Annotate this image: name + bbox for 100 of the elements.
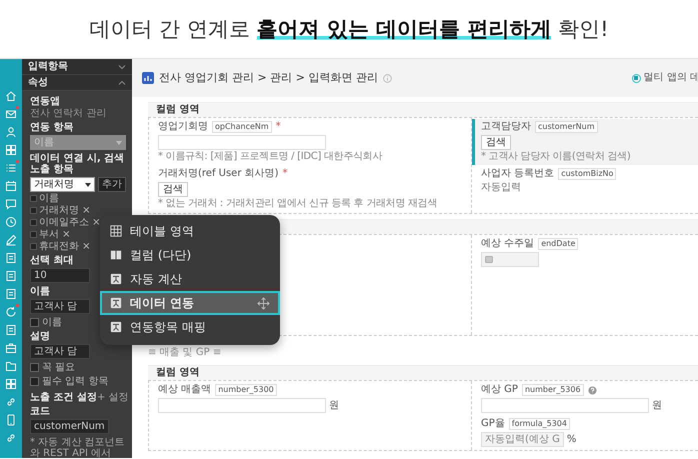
link-icon[interactable] [5,432,17,444]
field-label: 사업자 등록번호 [481,168,554,180]
field-value: 전사 연락처 관리 [30,108,106,119]
date-input[interactable] [481,252,539,267]
home-icon[interactable] [5,90,17,102]
person-icon[interactable] [5,126,17,138]
option-tag: 부서 × [30,229,71,240]
form-field[interactable]: 예상 GP number_5306 원 [472,382,698,415]
field-code-tag: endDate [538,238,578,250]
option-tag: 이메일주소 × [30,217,101,228]
calendar-icon[interactable] [5,180,17,192]
text-input[interactable] [481,398,649,413]
image-icon [110,297,122,309]
menu-item[interactable]: 연동항목 매핑 [100,315,280,339]
field-label: 고객담당자 [481,121,531,133]
field-label: GP율 [481,418,505,430]
field-label: 데이터 연결 시, 검색 노출 항목 [30,153,126,175]
form-field[interactable]: 사업자 등록번호 customBizNo 자동입력 [472,166,698,196]
chat-icon[interactable] [5,198,17,210]
text-input[interactable] [158,135,326,150]
field-label: 거래처명(ref User 회사명) [158,168,279,180]
checkbox[interactable] [30,318,39,327]
field-label: 선택 최대 [30,255,74,266]
image-icon [110,321,122,333]
card-header: 컬럼 영역 [148,103,698,117]
unit-label: 원 [329,400,339,412]
form-field[interactable]: GP율 formula_5304 자동입력(예상 G % [472,416,698,449]
grid-icon [110,225,122,237]
grid-icon[interactable] [5,378,17,390]
refresh-icon[interactable] [5,306,17,318]
chevron-icon [118,80,126,86]
setting-label: 노출 조건 설정 [30,392,97,403]
menu-item[interactable]: 테이블 영역 [100,219,280,243]
text-input[interactable] [158,398,326,413]
checkbox[interactable] [30,377,39,386]
section-header[interactable]: 입력항목 [22,59,132,75]
field-label: 연동앱 [30,96,60,107]
help-icon[interactable] [588,386,597,394]
document-icon[interactable] [5,324,17,336]
caret-icon [116,140,122,144]
folder-icon[interactable] [5,360,17,372]
add-setting-button[interactable]: + 설정 [96,392,129,403]
checkbox[interactable] [30,363,39,372]
readonly-field: 자동입력(예상 G [481,432,564,447]
field-label: 코드 [30,406,50,417]
app-icon [142,72,154,84]
field-code-tag: formula_5304 [508,418,570,430]
hint-text: * 없는 거래처 : 거래처관리 앱에서 신규 등록 후 거래처명 재검색 [158,198,438,210]
add-button[interactable]: 추가 [98,177,126,192]
field-label: 예상 수주일 [481,238,534,250]
field-label: 영업기회명 [158,121,208,133]
field-code-tag: customBizNo [558,168,616,180]
field-code-tag: number_5300 [215,384,277,396]
unit-label: % [566,434,576,446]
search-button[interactable]: 검색 [481,135,511,150]
search-button[interactable]: 검색 [158,182,188,197]
option-tag: 이름 [30,193,59,204]
select-field[interactable]: 거래처명 [30,177,95,192]
required-mark: * [282,168,288,180]
field-label: 예상 GP [481,384,518,396]
input-field[interactable]: 고객사 담 [30,299,90,314]
unit-label: 원 [652,400,662,412]
field-value: 자동입력 [481,182,521,194]
mail-icon[interactable] [5,108,17,120]
field-code-tag: opChanceNm [212,121,272,133]
field-code-tag: customerNum [535,121,598,133]
menu-item[interactable]: 자동 계산 [100,267,280,291]
section-header[interactable]: 속성 [22,75,132,91]
radio-button[interactable] [632,74,641,82]
info-icon [382,74,392,82]
document-icon[interactable] [5,270,17,282]
move-icon[interactable] [257,296,270,310]
document-icon[interactable] [5,288,17,300]
list-icon[interactable] [5,162,17,174]
pencil-icon[interactable] [5,234,17,246]
chevron-icon [118,64,126,70]
field-label: 설명 [30,331,50,342]
input-field[interactable]: customerNum [30,419,109,434]
phone-icon[interactable] [5,414,17,426]
hint-text: * 이름규칙: [제품] 프로젝트명 / [IDC] 대한주식회사 [158,151,384,163]
link-icon[interactable] [5,396,17,408]
form-field[interactable]: 예상 수주일 endDate [472,236,698,269]
input-field[interactable]: 10 [30,268,90,283]
document-icon[interactable] [5,252,17,264]
field-label: 연동 항목 [30,122,74,133]
menu-item[interactable]: 데이터 연동 [100,291,280,315]
form-field[interactable]: 예상 매출액 number_5300 원 [149,382,471,415]
image-icon [110,273,122,285]
option-tag: 거래처명 × [30,205,91,216]
clock-icon[interactable] [5,216,17,228]
input-field[interactable]: 고객사 담 [30,344,90,359]
caret-icon [85,182,91,186]
form-field[interactable]: 영업기회명 opChanceNm * * 이름규칙: [제품] 프로젝트명 / [IDC] 대한주식회사 [149,119,471,165]
checkbox-label: 꼭 필요 [42,362,76,373]
briefcase-icon[interactable] [5,342,17,354]
card-header: 컬럼 영역 [148,366,698,380]
form-field[interactable]: 고객담당자 customerNum 검색 * 고객사 담당자 이름(연락처 검색) [472,119,698,165]
form-field[interactable]: 거래처명(ref User 회사명) * 검색 * 없는 거래처 : 거래처관리 앱에서 신규 등록 후 거래처명 재검색 [149,166,471,212]
menu-item[interactable]: 컬럼 (다단) [100,243,280,267]
grid-icon[interactable] [5,144,17,156]
